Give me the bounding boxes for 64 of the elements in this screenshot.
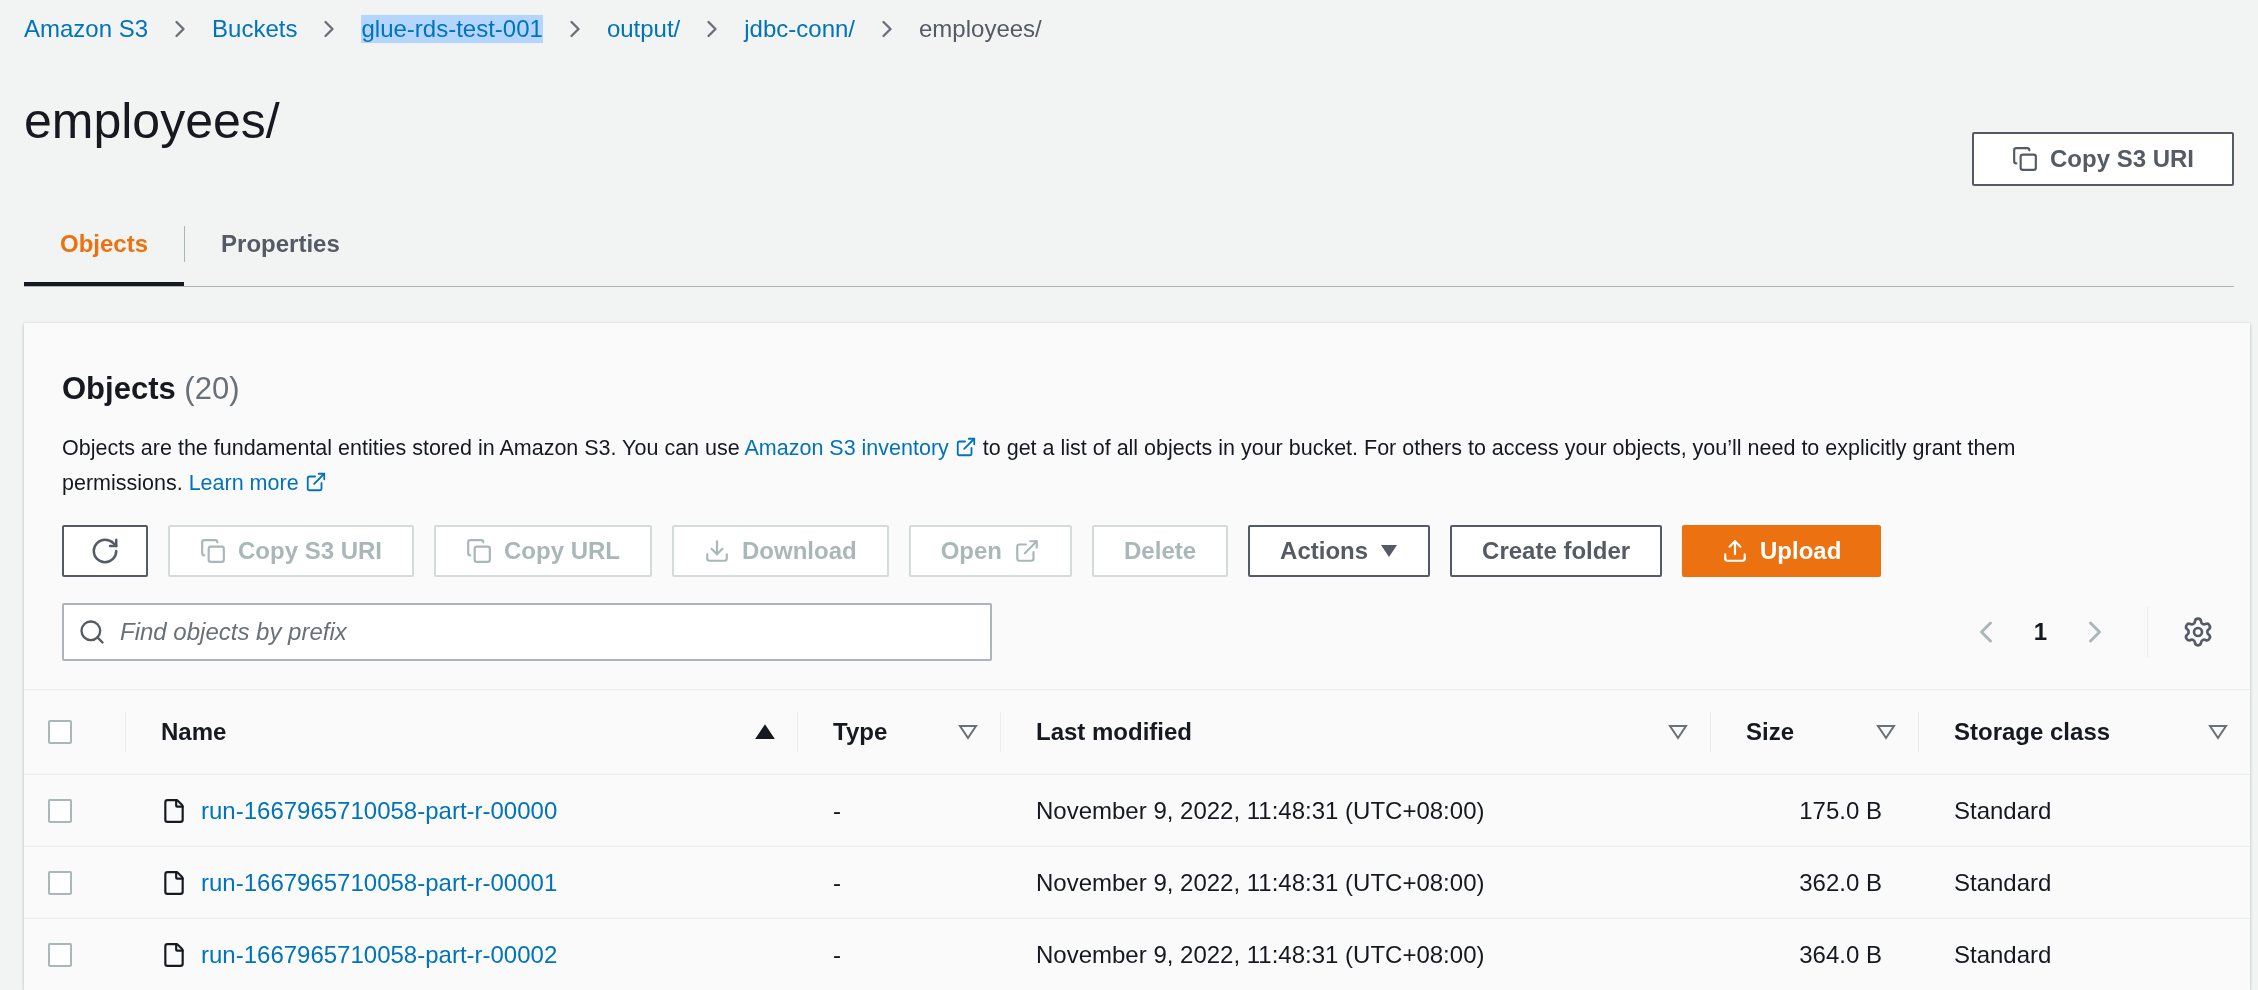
table-cell: Standard — [1954, 868, 2052, 897]
column-header[interactable]: Storage class — [1954, 718, 2111, 746]
toolbar-button[interactable]: Create folder — [1450, 525, 1663, 577]
breadcrumb-link[interactable]: jdbc-conn/ — [744, 15, 855, 43]
refresh-button[interactable] — [62, 525, 148, 577]
table-cell: Standard — [1954, 940, 2052, 969]
external-link-icon — [304, 471, 327, 493]
file-icon — [161, 797, 187, 824]
caret-down-icon — [1380, 544, 1399, 558]
current-page-label: employees/ — [919, 15, 1042, 43]
page-number[interactable]: 1 — [2027, 617, 2053, 647]
table-cell: November 9, 2022, 11:48:31 (UTC+08:00) — [1036, 868, 1485, 897]
table-cell: November 9, 2022, 11:48:31 (UTC+08:00) — [1036, 796, 1485, 825]
object-name-link[interactable]: run-1667965710058-part-r-00000 — [201, 796, 558, 825]
sort-icon[interactable] — [1668, 724, 1688, 740]
upload-icon — [1721, 538, 1748, 564]
column-header[interactable]: Size — [1746, 718, 1795, 746]
select-all-checkbox[interactable] — [48, 720, 72, 744]
copy-icon — [2012, 146, 2038, 172]
sort-icon[interactable] — [2208, 724, 2228, 740]
sort-icon[interactable] — [1876, 724, 1896, 740]
table-cell: - — [833, 868, 841, 897]
object-name-link[interactable]: run-1667965710058-part-r-00002 — [201, 940, 558, 969]
table-cell: November 9, 2022, 11:48:31 (UTC+08:00) — [1036, 940, 1485, 969]
external-link-icon — [954, 436, 977, 458]
row-checkbox[interactable] — [48, 942, 72, 967]
column-header[interactable]: Name — [161, 718, 227, 746]
page-title: employees/ — [24, 92, 280, 150]
panel-title: Objects (20) — [62, 371, 241, 407]
search-icon — [78, 618, 106, 646]
column-header[interactable]: Last modified — [1036, 718, 1192, 746]
copy-icon — [200, 538, 226, 564]
table-cell: - — [833, 940, 841, 969]
upload-button[interactable]: Upload — [1682, 525, 1882, 577]
tab[interactable]: Properties — [184, 226, 376, 262]
breadcrumb-link[interactable]: output/ — [606, 15, 681, 43]
external-link-icon — [1014, 538, 1041, 564]
search-field[interactable]: Find objects by prefix — [62, 603, 992, 661]
table-cell: 175.0 B — [1799, 796, 1882, 825]
sort-ascending-icon[interactable] — [755, 724, 775, 740]
breadcrumb-link[interactable]: Amazon S3 — [24, 15, 149, 43]
file-icon — [161, 941, 187, 968]
sort-icon[interactable] — [958, 724, 978, 740]
copy-icon — [466, 538, 493, 564]
tab[interactable]: Objects — [24, 206, 185, 286]
row-checkbox[interactable] — [48, 798, 72, 823]
table-cell: Standard — [1954, 796, 2052, 825]
object-name-link[interactable]: run-1667965710058-part-r-00001 — [201, 868, 558, 897]
file-icon — [161, 869, 187, 896]
breadcrumb-link[interactable]: glue-rds-test-001 — [361, 15, 543, 43]
table-cell: 362.0 B — [1799, 868, 1882, 897]
link[interactable]: Learn more — [188, 471, 327, 495]
download-icon — [704, 538, 731, 564]
table-cell: - — [833, 796, 841, 825]
column-header[interactable]: Type — [833, 718, 888, 746]
refresh-icon — [90, 536, 120, 566]
row-checkbox[interactable] — [48, 870, 72, 895]
toolbar-button[interactable]: Actions — [1248, 525, 1431, 577]
breadcrumb-link[interactable]: Buckets — [212, 15, 298, 43]
settings-icon[interactable] — [2182, 616, 2214, 648]
link[interactable]: Amazon S3 inventory — [744, 436, 977, 460]
panel-description: Objects are the fundamental entities stored in Amazon S3. You can use Amazon S3 inventory to get a list of all objects in your bucket. For others to access your objects, you’ll need to explicitly grant them permissions. Learn more — [62, 435, 2017, 497]
table-cell: 364.0 B — [1799, 940, 1882, 969]
copy-s3-uri-button[interactable]: Copy S3 URI — [1972, 132, 2234, 186]
